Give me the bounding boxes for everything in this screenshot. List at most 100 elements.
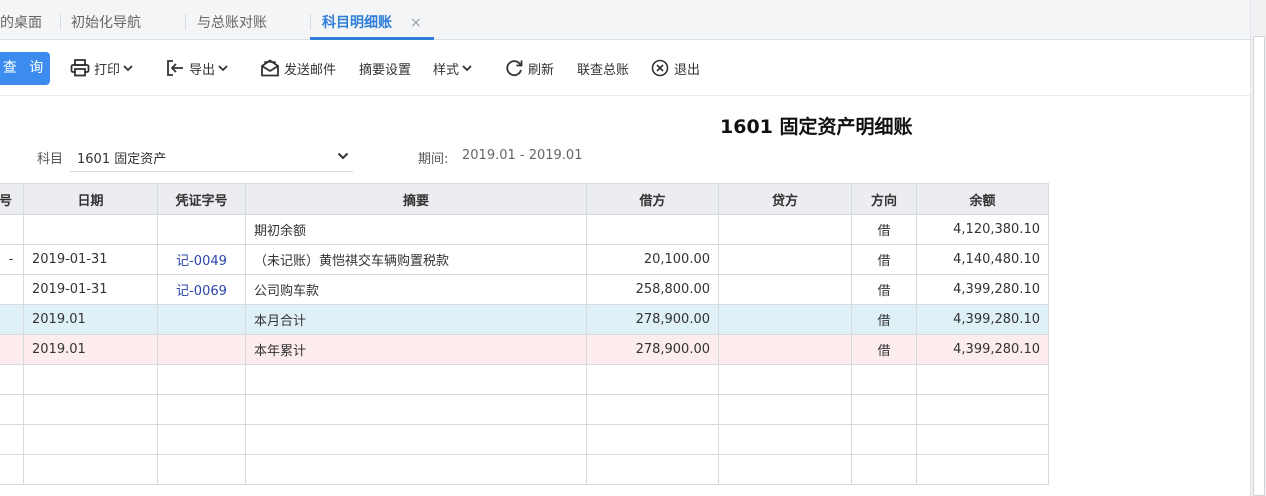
cell-marker <box>0 304 24 335</box>
column-header-credit[interactable]: 贷方 <box>718 183 852 215</box>
cell-debit: 278,900.00 <box>586 304 719 335</box>
send-email-button[interactable]: 发送邮件 <box>260 58 336 78</box>
table-row[interactable]: 2019-01-31 记-0069 公司购车款 258,800.00 借 4,3… <box>0 274 1049 305</box>
export-button[interactable]: 导出 <box>165 58 228 78</box>
column-header-summary[interactable]: 摘要 <box>245 183 587 215</box>
cell-balance: 4,399,280.10 <box>916 304 1049 335</box>
cell-balance: 4,120,380.10 <box>916 214 1049 245</box>
subject-select[interactable]: 1601 固定资产 <box>70 142 353 172</box>
cell-voucher <box>157 334 246 365</box>
subject-value: 1601 固定资产 <box>77 152 167 167</box>
cell-marker <box>0 334 24 365</box>
cell-direction: 借 <box>851 214 917 245</box>
query-button[interactable]: 查 询 <box>0 52 50 85</box>
cell-direction: 借 <box>851 244 917 275</box>
ledger-table: 号 日期 凭证字号 摘要 借方 贷方 方向 余额 期初余额 借 4,120,38… <box>0 183 1049 485</box>
cell-marker: - <box>0 244 24 275</box>
table-row[interactable]: 期初余额 借 4,120,380.10 <box>0 214 1049 245</box>
cell-marker <box>0 214 24 245</box>
tab-bar: 的桌面 初始化导航 与总账对账 科目明细账 × <box>0 0 1250 40</box>
cell-debit <box>586 214 719 245</box>
exit-label: 退出 <box>674 62 701 78</box>
column-header-voucher[interactable]: 凭证字号 <box>157 183 246 215</box>
toolbar: 查 询 打印 导出 发送邮件 摘要设置 样式 刷新 联查总账 退出 <box>0 41 1250 96</box>
cell-summary: 本月合计 <box>245 304 587 335</box>
empty-row <box>0 424 1049 455</box>
linked-ledger-button[interactable]: 联查总账 <box>577 58 629 78</box>
cell-summary: 公司购车款 <box>245 274 587 305</box>
cell-credit <box>718 274 852 305</box>
column-header-direction[interactable]: 方向 <box>851 183 917 215</box>
vertical-scrollbar[interactable] <box>1250 0 1266 496</box>
cell-debit: 258,800.00 <box>586 274 719 305</box>
report-title: 1601 固定资产明细账 <box>720 116 913 138</box>
cell-direction: 借 <box>851 304 917 335</box>
period-value: 2019.01 - 2019.01 <box>462 148 583 163</box>
month-total-row[interactable]: 2019.01 本月合计 278,900.00 借 4,399,280.10 <box>0 304 1049 335</box>
empty-row <box>0 364 1049 395</box>
cell-debit: 278,900.00 <box>586 334 719 365</box>
export-label: 导出 <box>189 62 216 78</box>
empty-row <box>0 394 1049 425</box>
tab-reconcile[interactable]: 与总账对账 <box>197 0 267 40</box>
printer-icon <box>70 59 90 77</box>
cell-date: 2019-01-31 <box>23 274 158 305</box>
cell-balance: 4,399,280.10 <box>916 274 1049 305</box>
cell-balance: 4,399,280.10 <box>916 334 1049 365</box>
cell-summary: 本年累计 <box>245 334 587 365</box>
summary-settings-button[interactable]: 摘要设置 <box>359 58 411 78</box>
empty-row <box>0 454 1049 485</box>
style-label: 样式 <box>433 62 460 78</box>
cell-voucher[interactable] <box>157 214 246 245</box>
cell-direction: 借 <box>851 334 917 365</box>
cell-marker <box>0 274 24 305</box>
refresh-icon <box>504 58 524 78</box>
exit-icon <box>651 59 669 77</box>
close-icon[interactable]: × <box>410 0 422 40</box>
cell-voucher[interactable]: 记-0049 <box>157 244 246 275</box>
scrollbar-thumb[interactable] <box>1253 36 1265 496</box>
style-button[interactable]: 样式 <box>433 58 472 78</box>
cell-date: 2019-01-31 <box>23 244 158 275</box>
cell-balance: 4,140,480.10 <box>916 244 1049 275</box>
chevron-down-icon <box>218 64 228 72</box>
subject-label: 科目 <box>37 152 64 167</box>
year-total-row[interactable]: 2019.01 本年累计 278,900.00 借 4,399,280.10 <box>0 334 1049 365</box>
send-email-label: 发送邮件 <box>284 62 337 78</box>
cell-credit <box>718 334 852 365</box>
print-label: 打印 <box>94 62 121 78</box>
export-icon <box>165 59 185 77</box>
cell-credit <box>718 244 852 275</box>
cell-date: 2019.01 <box>23 334 158 365</box>
exit-button[interactable]: 退出 <box>651 58 700 78</box>
print-button[interactable]: 打印 <box>70 58 133 78</box>
column-header-debit[interactable]: 借方 <box>586 183 719 215</box>
column-header-seq[interactable]: 号 <box>0 183 24 215</box>
tab-init-guide[interactable]: 初始化导航 <box>71 0 141 40</box>
cell-date: 2019.01 <box>23 304 158 335</box>
tab-subject-ledger-label: 科目明细账 <box>322 15 392 31</box>
chevron-down-icon <box>123 64 133 72</box>
table-row[interactable]: - 2019-01-31 记-0049 （未记账）黄恺祺交车辆购置税款 20,1… <box>0 244 1049 275</box>
cell-summary: 期初余额 <box>245 214 587 245</box>
column-header-date[interactable]: 日期 <box>23 183 158 215</box>
cell-date <box>23 214 158 245</box>
cell-debit: 20,100.00 <box>586 244 719 275</box>
tab-divider <box>185 14 186 30</box>
cell-direction: 借 <box>851 274 917 305</box>
period-label: 期间: <box>418 152 449 167</box>
column-header-balance[interactable]: 余额 <box>916 183 1049 215</box>
email-icon <box>260 59 280 77</box>
refresh-label: 刷新 <box>528 62 555 78</box>
cell-voucher <box>157 304 246 335</box>
tab-divider <box>60 14 61 30</box>
cell-summary: （未记账）黄恺祺交车辆购置税款 <box>245 244 587 275</box>
cell-credit <box>718 304 852 335</box>
cell-voucher[interactable]: 记-0069 <box>157 274 246 305</box>
refresh-button[interactable]: 刷新 <box>504 58 554 78</box>
table-header-row: 号 日期 凭证字号 摘要 借方 贷方 方向 余额 <box>0 183 1049 215</box>
tab-desktop[interactable]: 的桌面 <box>0 0 42 40</box>
chevron-down-icon <box>337 150 349 165</box>
cell-credit <box>718 214 852 245</box>
chevron-down-icon <box>462 64 472 72</box>
